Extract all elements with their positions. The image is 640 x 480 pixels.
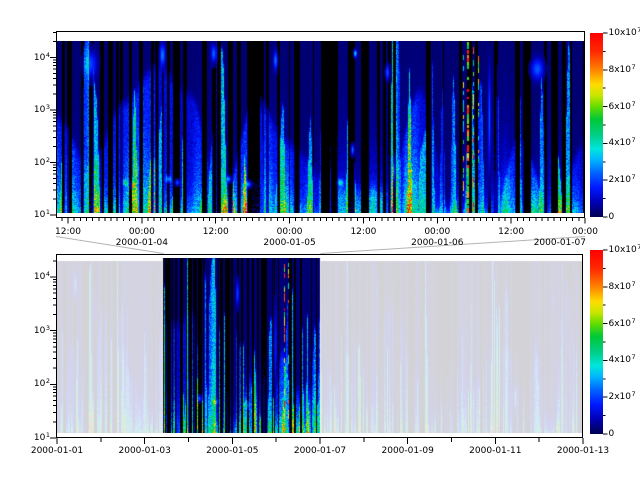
exponent-text: 2 <box>46 156 50 164</box>
label-text: 2000-01-13 <box>557 446 609 456</box>
label-text: 10 <box>34 53 45 63</box>
label-text: 6x10 <box>609 102 632 112</box>
x-tick-label: 2000-01-09 <box>376 445 440 457</box>
top-plot-frame <box>56 31 585 218</box>
exponent-text: 7 <box>632 390 636 398</box>
colorbar-tick-label: 0 <box>609 211 640 223</box>
x-tick-label: 12:00 <box>38 226 98 238</box>
x-tick-label: 12:00 <box>333 226 393 238</box>
colorbar-tick-label: 8x107 <box>609 281 640 293</box>
spectrogram-figure: 12:0000:002000-01-0412:0000:002000-01-05… <box>0 0 640 480</box>
colorbar-tick-label: 4x107 <box>609 137 640 149</box>
x-tick-label: 2000-01-03 <box>113 445 177 457</box>
label-text: 2000-01-09 <box>382 446 434 456</box>
label-text: 00:00 <box>572 227 598 237</box>
label-text: 00:00 <box>277 227 303 237</box>
y-tick-label: 101 <box>20 209 50 221</box>
exponent-text: 3 <box>46 324 50 332</box>
label-text: 00:00 <box>424 227 450 237</box>
label-text: 10 <box>34 210 45 220</box>
label-text: 0 <box>609 212 615 222</box>
exponent-text: 2 <box>46 377 50 385</box>
label-text: 10 <box>34 272 45 282</box>
exponent-text: 3 <box>46 103 50 111</box>
colorbar-tick-label: 4x107 <box>609 354 640 366</box>
exponent-text: 4 <box>46 51 50 59</box>
colorbar-tick-label: 2x107 <box>609 391 640 403</box>
label-text: 2000-01-06 <box>411 238 463 248</box>
x-tick-date-label: 2000-01-07 <box>526 237 586 249</box>
label-text: 10x10 <box>609 28 637 38</box>
label-text: 10x10 <box>609 245 637 255</box>
y-tick-label: 104 <box>20 271 50 283</box>
x-tick-label: 2000-01-05 <box>200 445 264 457</box>
label-text: 10 <box>34 379 45 389</box>
label-text: 0 <box>609 429 615 439</box>
exponent-text: 7 <box>632 317 636 325</box>
exponent-text: 7 <box>632 173 636 181</box>
label-text: 2000-01-04 <box>116 238 168 248</box>
x-tick-label: 12:00 <box>186 226 246 238</box>
exponent-text: 4 <box>46 270 50 278</box>
label-text: 2000-01-05 <box>206 446 258 456</box>
bottom-colorbar <box>590 250 603 434</box>
label-text: 4x10 <box>609 138 632 148</box>
colorbar-tick-label: 6x107 <box>609 101 640 113</box>
x-tick-label: 2000-01-07 <box>288 445 352 457</box>
x-tick-date-label: 2000-01-04 <box>112 237 172 249</box>
label-text: 00:00 <box>129 227 155 237</box>
label-text: 12:00 <box>350 227 376 237</box>
label-text: 10 <box>34 433 45 443</box>
label-text: 8x10 <box>609 282 632 292</box>
colorbar-tick-label: 10x107 <box>609 244 640 256</box>
label-text: 2000-01-11 <box>469 446 521 456</box>
label-text: 2x10 <box>609 175 632 185</box>
x-tick-label: 2000-01-01 <box>25 445 89 457</box>
x-tick-label: 2000-01-11 <box>463 445 527 457</box>
colorbar-tick-label: 10x107 <box>609 27 640 39</box>
label-text: 12:00 <box>203 227 229 237</box>
label-text: 10 <box>34 326 45 336</box>
colorbar-tick-label: 6x107 <box>609 318 640 330</box>
colorbar-tick-label: 0 <box>609 428 640 440</box>
exponent-text: 1 <box>46 431 50 439</box>
label-text: 4x10 <box>609 355 632 365</box>
label-text: 12:00 <box>55 227 81 237</box>
y-tick-label: 102 <box>20 378 50 390</box>
top-colorbar <box>590 33 603 217</box>
exponent-text: 7 <box>632 353 636 361</box>
label-text: 2000-01-01 <box>31 446 83 456</box>
x-tick-label: 2000-01-13 <box>551 445 615 457</box>
y-tick-label: 104 <box>20 52 50 64</box>
label-text: 10 <box>34 105 45 115</box>
y-tick-label: 103 <box>20 325 50 337</box>
exponent-text: 7 <box>632 136 636 144</box>
label-text: 2x10 <box>609 392 632 402</box>
colorbar-tick-label: 8x107 <box>609 64 640 76</box>
colorbar-tick-label: 2x107 <box>609 174 640 186</box>
label-text: 6x10 <box>609 319 632 329</box>
x-tick-date-label: 2000-01-06 <box>407 237 467 249</box>
y-tick-label: 102 <box>20 157 50 169</box>
label-text: 12:00 <box>498 227 524 237</box>
y-tick-label: 101 <box>20 432 50 444</box>
exponent-text: 7 <box>632 63 636 71</box>
y-tick-label: 103 <box>20 104 50 116</box>
exponent-text: 7 <box>632 100 636 108</box>
label-text: 2000-01-03 <box>119 446 171 456</box>
exponent-text: 1 <box>46 208 50 216</box>
bottom-plot-frame <box>56 254 583 438</box>
label-text: 10 <box>34 158 45 168</box>
label-text: 2000-01-07 <box>534 238 586 248</box>
label-text: 2000-01-05 <box>263 238 315 248</box>
exponent-text: 7 <box>632 280 636 288</box>
label-text: 8x10 <box>609 65 632 75</box>
x-tick-date-label: 2000-01-05 <box>260 237 320 249</box>
label-text: 2000-01-07 <box>294 446 346 456</box>
